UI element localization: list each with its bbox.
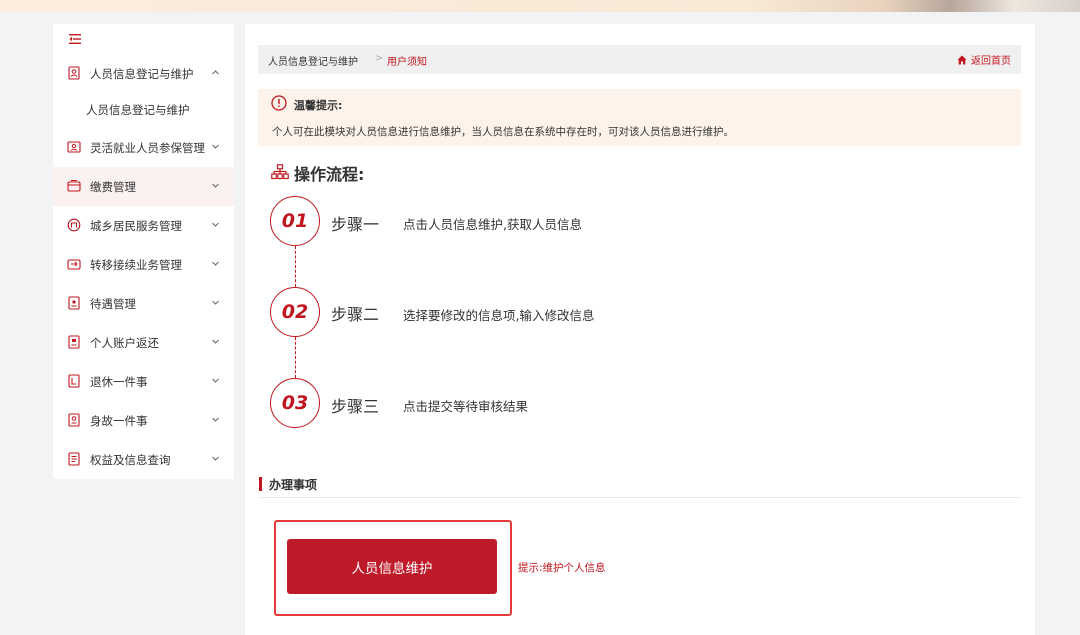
retire-icon [68,374,80,388]
breadcrumb: 人员信息登记与维护 > 用户须知 返回首页 [258,45,1021,74]
sidebar-item-account-refund[interactable]: 个人账户返还 [53,323,234,362]
chevron-down-icon [212,222,219,227]
account-icon [68,335,80,349]
sidebar-item-person-info[interactable]: 人员信息登记与维护 [53,54,234,93]
chevron-down-icon [212,183,219,188]
top-banner [0,0,1080,12]
step-connector [295,246,296,287]
back-home-link[interactable]: 返回首页 [957,52,1011,67]
sidebar-item-payment[interactable]: 缴费管理 [53,167,234,206]
payment-icon [67,180,81,192]
query-icon [68,452,80,466]
sidebar-item-label: 退休一件事 [90,374,148,389]
step-description: 点击人员信息维护,获取人员信息 [403,217,582,232]
step-description: 选择要修改的信息项,输入修改信息 [403,308,595,323]
sidebar-subitem-label: 人员信息登记与维护 [86,103,190,117]
chevron-down-icon [212,378,219,383]
chevron-down-icon [212,417,219,422]
step-name: 步骤三 [331,397,380,416]
chevron-down-icon [212,300,219,305]
section-title: 办理事项 [269,478,318,492]
breadcrumb-separator: > [375,53,384,64]
resident-icon [67,218,81,232]
chevron-down-icon [212,261,219,266]
sidebar-item-resident-service[interactable]: 城乡居民服务管理 [53,206,234,245]
deceased-icon [68,413,80,427]
sidebar-item-label: 权益及信息查询 [90,452,171,467]
notice-panel: 温馨提示: 个人可在此模块对人员信息进行信息维护，当人员信息在系统中存在时，可对… [258,89,1021,146]
sidebar-item-label: 缴费管理 [90,179,136,194]
warning-icon [271,95,287,111]
user-card-icon [68,66,80,80]
sidebar-subitem-person-info[interactable]: 人员信息登记与维护 [53,95,234,125]
chevron-up-icon [212,70,219,75]
sidebar: 人员信息登记与维护 人员信息登记与维护 灵活就业人员参保管理 缴费管理 城乡居民… [53,24,234,479]
step-number: 02 [270,287,320,337]
sidebar-item-label: 身故一件事 [90,413,148,428]
breadcrumb-home[interactable]: 人员信息登记与维护 [268,53,358,68]
benefit-icon [68,296,80,310]
person-info-maintain-button[interactable]: 人员信息维护 [287,539,497,594]
menu-collapse-icon[interactable] [69,34,81,44]
action-hint: 提示:维护个人信息 [518,562,606,574]
chevron-down-icon [212,144,219,149]
sidebar-item-query[interactable]: 权益及信息查询 [53,440,234,479]
id-card-icon [67,141,81,153]
notice-title: 温馨提示: [294,99,343,112]
sidebar-item-label: 个人账户返还 [90,335,159,350]
sidebar-item-label: 人员信息登记与维护 [90,66,194,81]
sidebar-item-retirement[interactable]: 退休一件事 [53,362,234,401]
home-icon [957,55,967,64]
step-name: 步骤一 [331,215,380,234]
step-description: 点击提交等待审核结果 [403,399,529,414]
flow-title: 操作流程: [294,165,365,184]
sidebar-item-transfer[interactable]: 转移接续业务管理 [53,245,234,284]
sidebar-item-label: 灵活就业人员参保管理 [90,140,205,155]
sidebar-item-label: 转移接续业务管理 [90,257,182,272]
flowchart-icon [271,164,289,180]
sidebar-item-flexible-employment[interactable]: 灵活就业人员参保管理 [53,128,234,167]
chevron-down-icon [212,456,219,461]
section-divider [259,497,1021,498]
step-name: 步骤二 [331,305,380,324]
transfer-icon [67,259,81,270]
sidebar-item-label: 待遇管理 [90,296,136,311]
sidebar-item-label: 城乡居民服务管理 [90,218,182,233]
step-number: 01 [270,196,320,246]
sidebar-item-benefit[interactable]: 待遇管理 [53,284,234,323]
main-content: 人员信息登记与维护 > 用户须知 返回首页 温馨提示: 个人可在此模块对人员信息… [245,24,1035,635]
back-home-label: 返回首页 [971,56,1011,67]
notice-text: 个人可在此模块对人员信息进行信息维护，当人员信息在系统中存在时，可对该人员信息进… [272,126,734,138]
section-marker [259,477,262,491]
chevron-down-icon [212,339,219,344]
sidebar-item-deceased[interactable]: 身故一件事 [53,401,234,440]
step-connector [295,337,296,378]
step-number: 03 [270,378,320,428]
breadcrumb-current: 用户须知 [387,57,427,68]
